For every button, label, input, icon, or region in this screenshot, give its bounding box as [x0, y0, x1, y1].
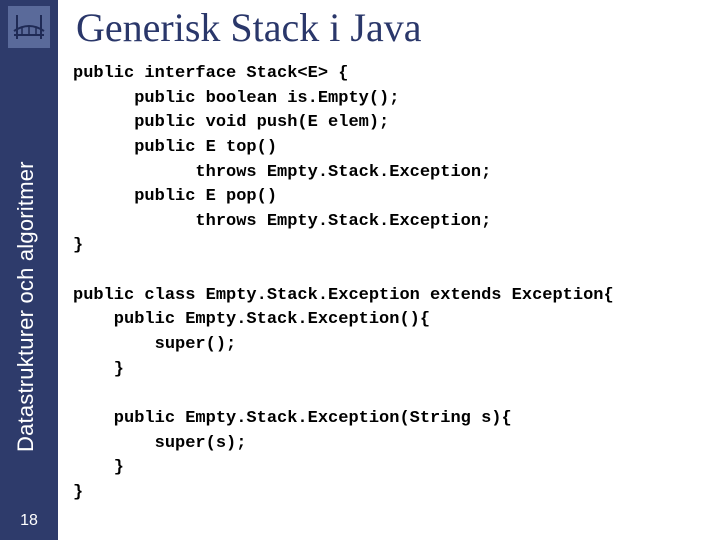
- code-line: }: [73, 236, 83, 255]
- code-block: public interface Stack<E> { public boole…: [73, 62, 614, 506]
- code-line: }: [73, 483, 83, 502]
- page-number: 18: [0, 512, 58, 530]
- code-line: throws Empty.Stack.Exception;: [73, 163, 491, 182]
- code-line: public class Empty.Stack.Exception exten…: [73, 286, 614, 305]
- code-line: super(s);: [73, 434, 246, 453]
- code-line: public E top(): [73, 138, 277, 157]
- code-line: public boolean is.Empty();: [73, 89, 399, 108]
- code-line: public void push(E elem);: [73, 113, 389, 132]
- bridge-icon: [11, 9, 47, 45]
- logo-badge: [8, 6, 50, 48]
- sidebar: Datastrukturer och algoritmer 18: [0, 0, 58, 540]
- code-line: public Empty.Stack.Exception(){: [73, 310, 430, 329]
- code-line: throws Empty.Stack.Exception;: [73, 212, 491, 231]
- sidebar-course-title: Datastrukturer och algoritmer: [13, 161, 39, 452]
- code-line: }: [73, 360, 124, 379]
- code-line: }: [73, 458, 124, 477]
- code-line: public interface Stack<E> {: [73, 64, 348, 83]
- slide-title: Generisk Stack i Java: [76, 4, 421, 51]
- code-line: public E pop(): [73, 187, 277, 206]
- code-line: super();: [73, 335, 236, 354]
- code-line: public Empty.Stack.Exception(String s){: [73, 409, 512, 428]
